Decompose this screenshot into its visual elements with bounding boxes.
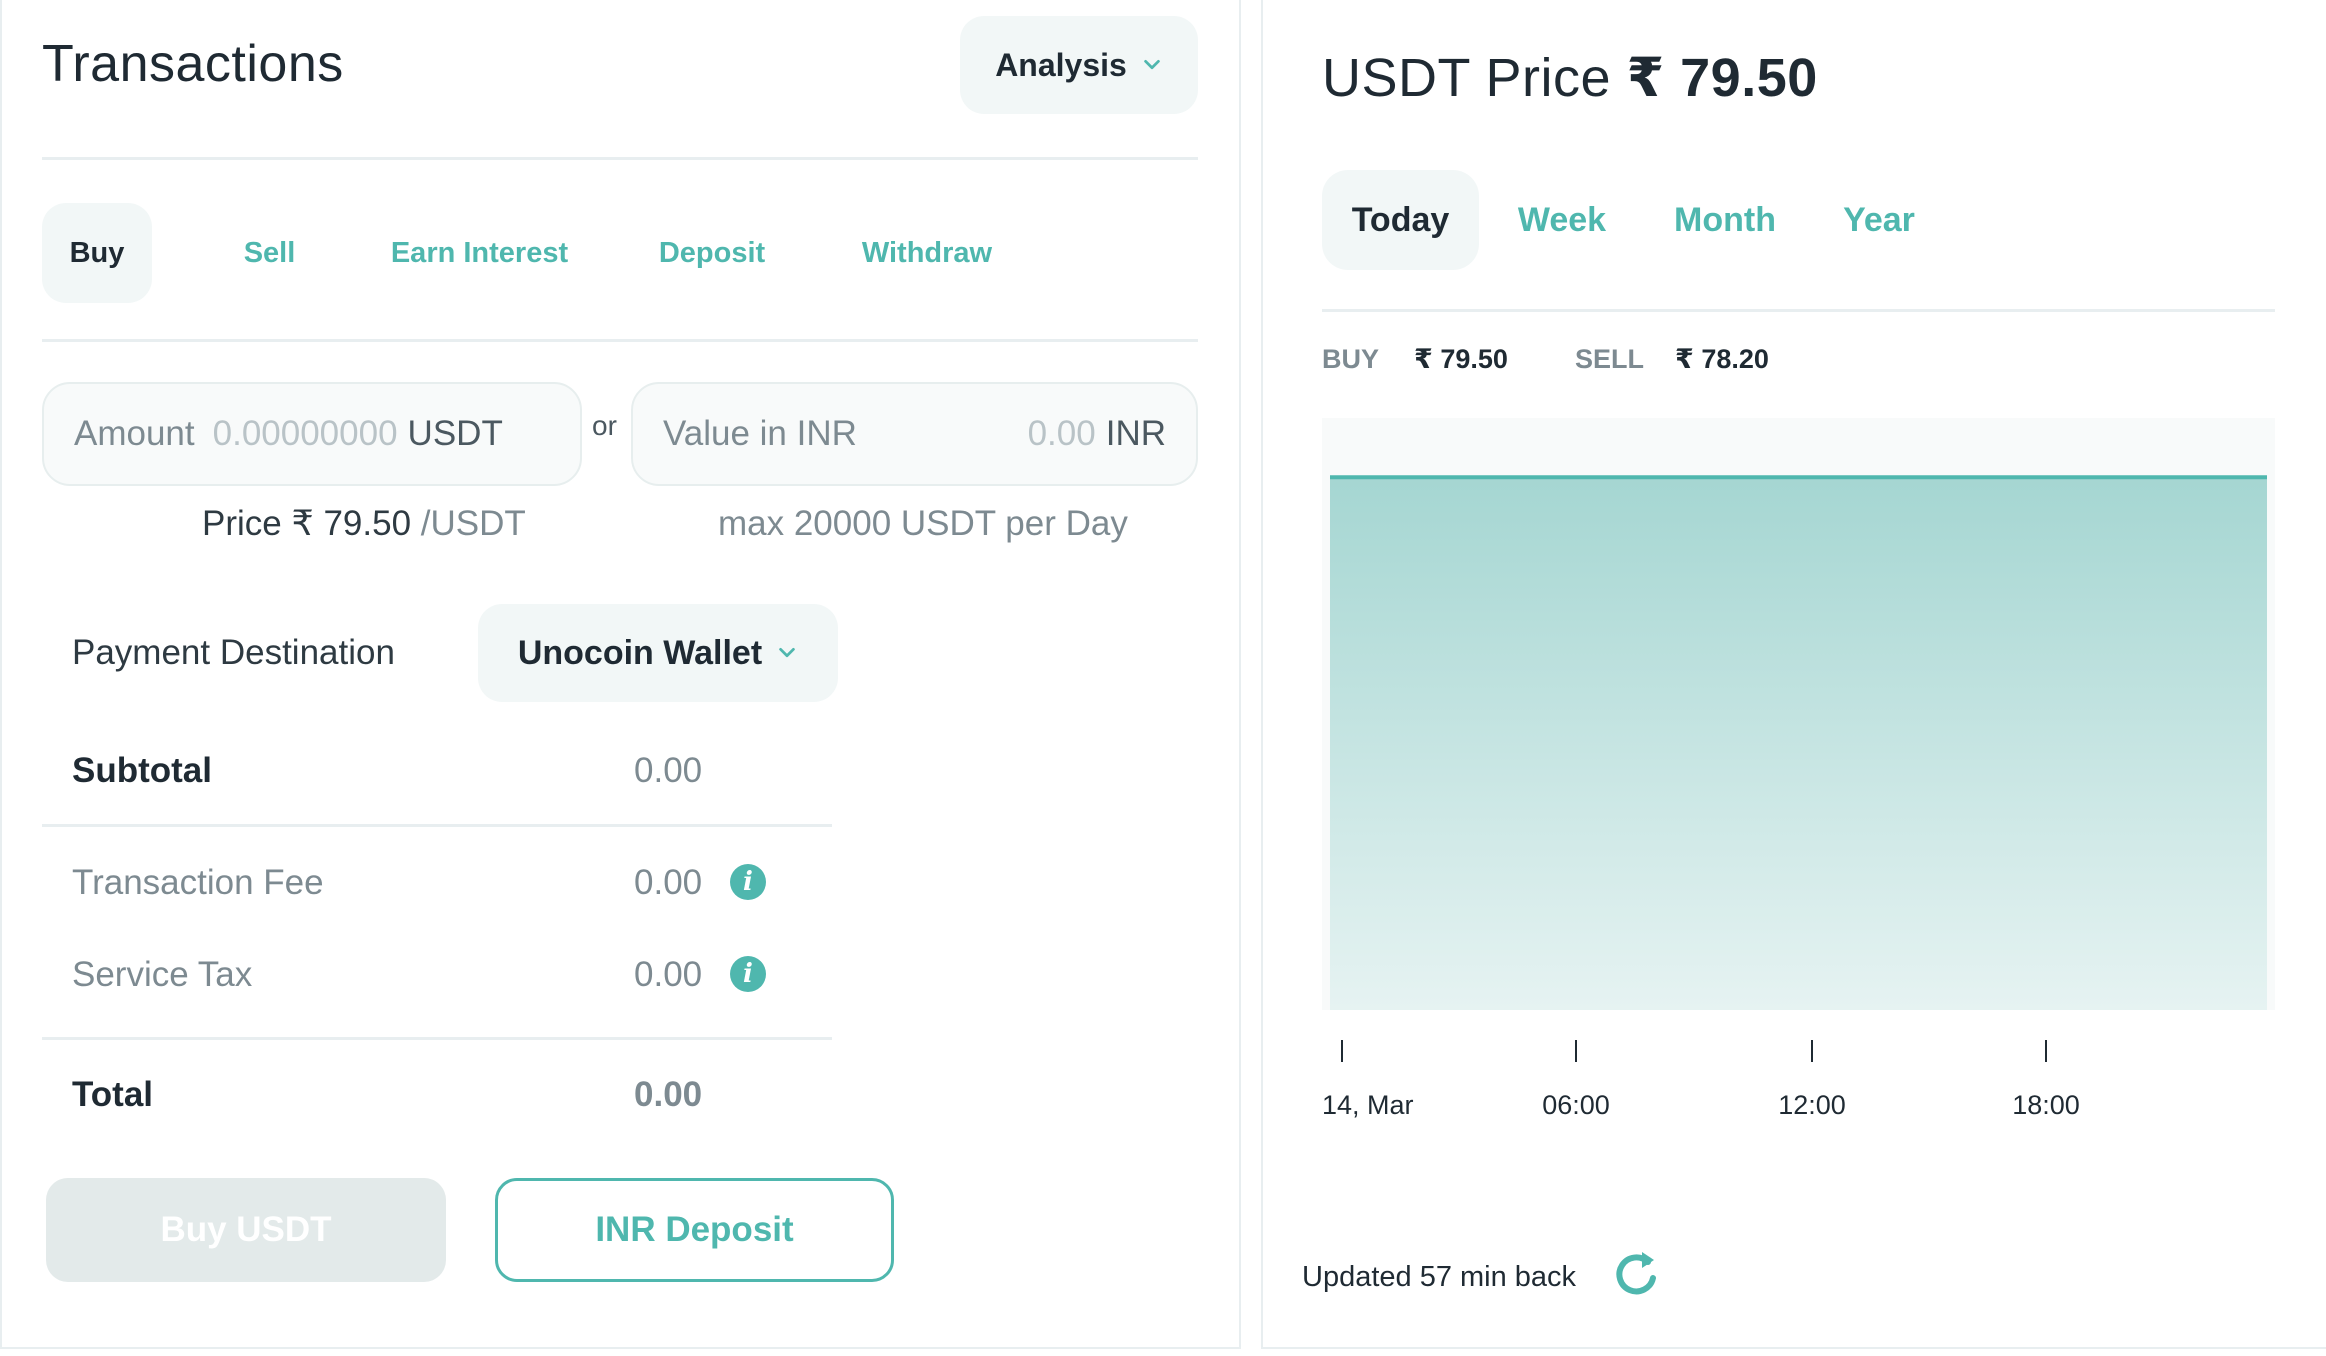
info-icon[interactable]: i: [730, 864, 766, 900]
inr-value-input[interactable]: Value in INR 0.00 INR: [631, 382, 1198, 486]
transaction-fee-value: 0.00: [634, 863, 703, 902]
analysis-label: Analysis: [995, 46, 1127, 83]
tab-sell[interactable]: Sell: [202, 203, 337, 303]
analysis-dropdown[interactable]: Analysis: [960, 16, 1198, 114]
sell-rate-value: ₹ 78.20: [1675, 344, 1769, 374]
x-tick-label: 12:00: [1778, 1090, 1846, 1120]
service-tax-label: Service Tax: [72, 955, 253, 994]
amount-input[interactable]: Amount 0.00000000 USDT: [42, 382, 582, 486]
tab-week[interactable]: Week: [1495, 170, 1629, 270]
buy-rate-label: BUY: [1322, 344, 1379, 374]
tab-earn-interest[interactable]: Earn Interest: [372, 203, 587, 303]
total-label: Total: [72, 1075, 154, 1114]
tab-buy[interactable]: Buy: [42, 203, 152, 303]
sell-rate: SELL ₹ 78.20: [1575, 344, 1769, 375]
divider: [42, 157, 1198, 160]
tab-deposit[interactable]: Deposit: [637, 203, 787, 303]
inr-placeholder: 0.00: [1027, 414, 1096, 453]
price-note-value: Price ₹ 79.50: [202, 504, 412, 543]
amount-placeholder: 0.00000000: [212, 414, 398, 453]
divider: [42, 339, 1198, 342]
amount-unit: USDT: [407, 414, 503, 453]
timeframe-tabs: Today Week Month Year: [1322, 170, 1939, 270]
sell-rate-label: SELL: [1575, 344, 1644, 374]
transaction-tabs: Buy Sell Earn Interest Deposit Withdraw: [42, 203, 1012, 303]
refresh-icon[interactable]: [1612, 1248, 1660, 1300]
x-tick-label: 14, Mar: [1322, 1090, 1414, 1120]
buy-usdt-button[interactable]: Buy USDT: [46, 1178, 446, 1282]
transaction-fee-label: Transaction Fee: [72, 863, 324, 902]
transactions-title: Transactions: [42, 35, 344, 93]
x-tick-label: 06:00: [1542, 1090, 1610, 1120]
subtotal-label: Subtotal: [72, 751, 212, 790]
price-area: [1330, 477, 2267, 1010]
tab-withdraw[interactable]: Withdraw: [842, 203, 1012, 303]
payment-destination-label: Payment Destination: [72, 633, 395, 672]
inr-deposit-button[interactable]: INR Deposit: [495, 1178, 894, 1282]
price-note: Price ₹ 79.50 /USDT: [202, 504, 526, 544]
updated-status: Updated 57 min back: [1302, 1261, 1577, 1293]
chevron-down-icon: [779, 647, 795, 658]
buy-rate: BUY ₹ 79.50: [1322, 344, 1508, 375]
inr-unit: INR: [1105, 414, 1166, 453]
service-tax-value: 0.00: [634, 955, 703, 994]
price-chart: 14, Mar 06:00 12:00 18:00: [1322, 418, 2275, 1120]
chevron-down-icon: [1144, 59, 1160, 70]
tab-today[interactable]: Today: [1322, 170, 1479, 270]
subtotal-value: 0.00: [634, 751, 703, 790]
divider: [1322, 309, 2275, 312]
divider: [42, 824, 832, 827]
price-title-value: ₹ 79.50: [1626, 48, 1818, 108]
price-note-unit: /USDT: [420, 504, 526, 543]
buy-rate-value: ₹ 79.50: [1414, 344, 1508, 374]
tab-year[interactable]: Year: [1819, 170, 1939, 270]
or-separator: or: [592, 410, 617, 441]
divider: [42, 1037, 832, 1040]
price-title-label: USDT Price: [1322, 48, 1612, 108]
amount-label: Amount: [74, 414, 195, 453]
payment-destination-dropdown[interactable]: Unocoin Wallet: [478, 604, 838, 702]
x-tick-label: 18:00: [2012, 1090, 2080, 1120]
inr-label: Value in INR: [663, 414, 857, 453]
tab-month[interactable]: Month: [1655, 170, 1795, 270]
price-title: USDT Price ₹ 79.50: [1322, 46, 1818, 109]
payment-destination-value: Unocoin Wallet: [517, 633, 763, 672]
max-limit-note: max 20000 USDT per Day: [718, 504, 1128, 543]
total-value: 0.00: [634, 1075, 703, 1114]
info-icon[interactable]: i: [730, 956, 766, 992]
